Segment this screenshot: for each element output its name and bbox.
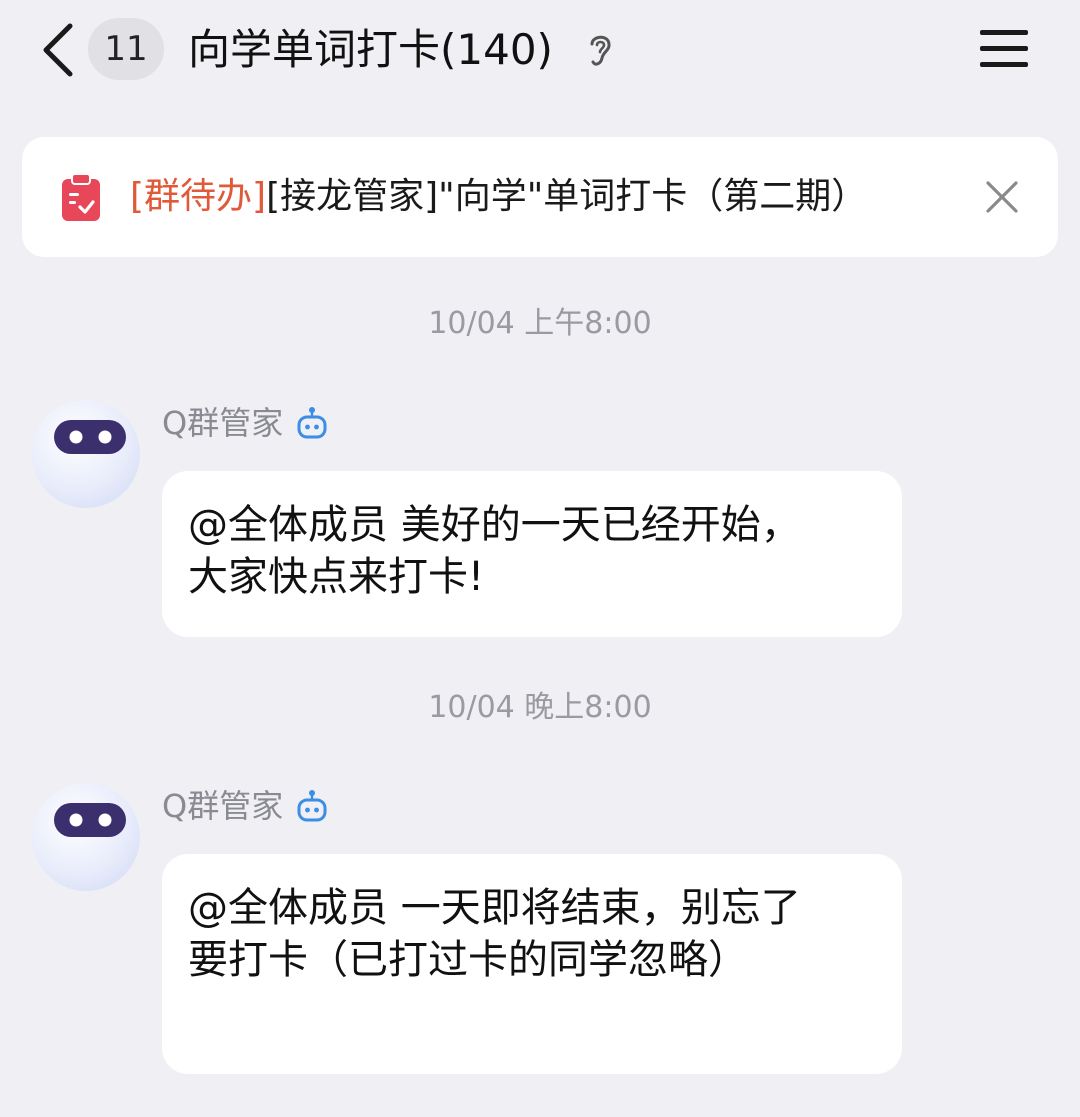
todo-tag: [群待办] bbox=[130, 176, 267, 217]
message-sender: Q群管家 bbox=[162, 784, 329, 828]
todo-banner-text: [群待办][接龙管家]"向学"单词打卡（第二期） bbox=[130, 171, 867, 223]
robot-icon bbox=[295, 406, 329, 440]
back-button[interactable] bbox=[34, 20, 84, 80]
todo-title: [接龙管家]"向学"单词打卡（第二期） bbox=[266, 176, 868, 217]
group-title[interactable]: 向学单词打卡(140) bbox=[188, 22, 553, 78]
sender-name: Q群管家 bbox=[162, 787, 284, 825]
message-bubble[interactable]: @全体成员 一天即将结束，别忘了要打卡（已打过卡的同学忽略） bbox=[162, 854, 902, 1074]
message-bubble[interactable]: @全体成员 美好的一天已经开始，大家快点来打卡! bbox=[162, 471, 902, 637]
chat-screen: 11 向学单词打卡(140) [群待办][接龙管家]"向学"单词打卡（第二期） bbox=[0, 0, 1080, 1117]
group-todo-banner[interactable]: [群待办][接龙管家]"向学"单词打卡（第二期） bbox=[22, 137, 1058, 257]
avatar[interactable] bbox=[32, 400, 140, 508]
close-icon[interactable] bbox=[980, 175, 1024, 219]
ear-icon[interactable] bbox=[585, 30, 615, 70]
sender-name: Q群管家 bbox=[162, 404, 284, 442]
hamburger-menu-icon[interactable] bbox=[978, 26, 1032, 72]
robot-icon bbox=[295, 789, 329, 823]
message-timestamp: 10/04 晚上8:00 bbox=[428, 690, 652, 725]
clipboard-check-icon bbox=[60, 173, 102, 223]
unread-count-badge[interactable]: 11 bbox=[88, 18, 164, 80]
avatar[interactable] bbox=[32, 783, 140, 891]
chevron-left-icon bbox=[43, 23, 73, 77]
message-timestamp: 10/04 上午8:00 bbox=[428, 306, 652, 341]
chat-header: 11 向学单词打卡(140) bbox=[0, 0, 1080, 100]
message-sender: Q群管家 bbox=[162, 401, 329, 445]
message-text: @全体成员 一天即将结束，别忘了要打卡（已打过卡的同学忽略） bbox=[188, 885, 801, 983]
message-text: @全体成员 美好的一天已经开始，大家快点来打卡! bbox=[188, 502, 801, 600]
